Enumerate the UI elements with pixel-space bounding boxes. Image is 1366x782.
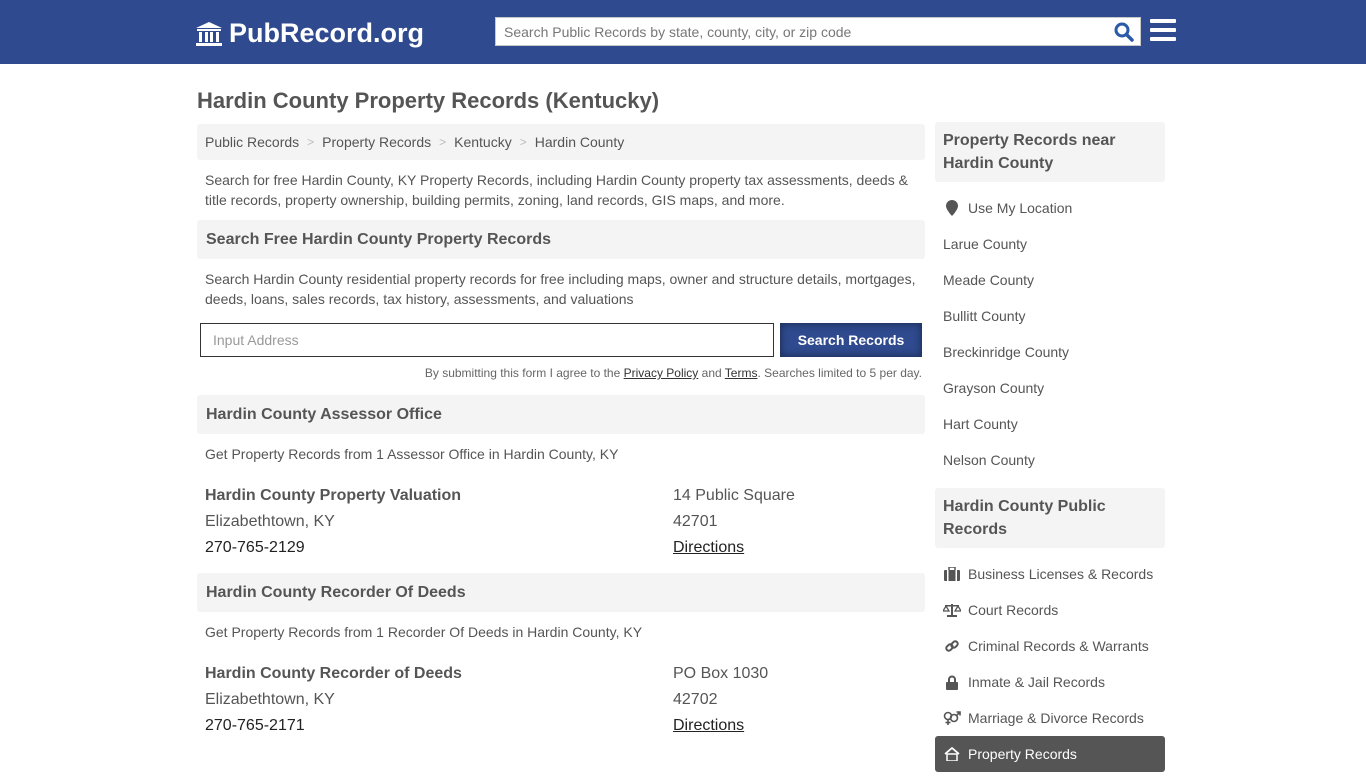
sidebar-item-property-records[interactable]: Property Records (935, 736, 1165, 772)
sidebar-item-marriage-records[interactable]: Marriage & Divorce Records (935, 700, 1165, 736)
map-marker-icon (943, 200, 961, 216)
nearby-county-link[interactable]: Bullitt County (935, 298, 1165, 334)
terms-prefix: By submitting this form I agree to the (424, 366, 624, 380)
courthouse-icon (196, 21, 222, 46)
site-logo[interactable]: PubRecord.org (195, 18, 424, 49)
global-search-input[interactable] (496, 18, 1096, 45)
search-section-heading: Search Free Hardin County Property Recor… (197, 220, 925, 259)
nearby-list: Use My Location Larue County Meade Count… (935, 182, 1165, 488)
nearby-county-link[interactable]: Hart County (935, 406, 1165, 442)
nearby-county-link[interactable]: Meade County (935, 262, 1165, 298)
terms-link[interactable]: Terms (725, 366, 758, 380)
nearby-county-link[interactable]: Nelson County (935, 442, 1165, 478)
search-section-description: Search Hardin County residential propert… (205, 271, 916, 307)
breadcrumb-separator: > (519, 135, 527, 149)
office-address: PO Box 1030 (673, 665, 769, 682)
breadcrumb-property-records[interactable]: Property Records (322, 134, 431, 150)
nearby-heading: Property Records near Hardin County (935, 122, 1165, 182)
use-my-location-link[interactable]: Use My Location (935, 190, 1165, 226)
office-phone[interactable]: 270-765-2171 (205, 713, 673, 739)
public-records-heading: Hardin County Public Records (935, 488, 1165, 548)
public-records-list: Business Licenses & Records Court Record… (935, 548, 1165, 782)
sidebar-item-label: Property Records (968, 746, 1077, 762)
global-search (495, 17, 1141, 46)
breadcrumb-kentucky[interactable]: Kentucky (454, 134, 512, 150)
logo-text: PubRecord.org (229, 18, 425, 48)
office-address: 14 Public Square (673, 487, 795, 504)
intro-text: Search for free Hardin County, KY Proper… (205, 172, 908, 208)
breadcrumb-public-records[interactable]: Public Records (205, 134, 299, 150)
directions-link[interactable]: Directions (673, 717, 744, 734)
office-zip: 42701 (673, 513, 718, 530)
link-icon (943, 638, 961, 654)
sidebar-item-label: Business Licenses & Records (968, 566, 1154, 582)
search-records-button[interactable]: Search Records (780, 323, 922, 357)
page-title: Hardin County Property Records (Kentucky… (197, 88, 660, 113)
sidebar-item-criminal-records[interactable]: Criminal Records & Warrants (935, 628, 1165, 664)
nearby-county-link[interactable]: Breckinridge County (935, 334, 1165, 370)
sidebar-item-business-licenses[interactable]: Business Licenses & Records (935, 556, 1165, 592)
assessor-office-summary: Get Property Records from 1 Assessor Off… (205, 446, 619, 462)
main-content: Public Records > Property Records > Kent… (197, 124, 925, 751)
address-search-form: Search Records (197, 323, 925, 357)
briefcase-icon (943, 566, 961, 582)
office-name: Hardin County Recorder of Deeds (205, 665, 462, 682)
breadcrumb-separator: > (439, 135, 447, 149)
top-navbar: PubRecord.org (0, 0, 1366, 64)
office-city: Elizabethtown, KY (205, 691, 335, 708)
sidebar-item-court-records[interactable]: Court Records (935, 592, 1165, 628)
search-icon[interactable] (1114, 22, 1134, 42)
hamburger-menu-icon[interactable] (1150, 19, 1176, 43)
privacy-policy-link[interactable]: Privacy Policy (624, 366, 699, 380)
office-zip: 42702 (673, 691, 718, 708)
breadcrumb: Public Records > Property Records > Kent… (197, 124, 925, 160)
recorder-of-deeds-heading: Hardin County Recorder Of Deeds (197, 573, 925, 612)
breadcrumb-hardin-county[interactable]: Hardin County (535, 134, 625, 150)
office-city: Elizabethtown, KY (205, 513, 335, 530)
nearby-county-link[interactable]: Grayson County (935, 370, 1165, 406)
address-input[interactable] (200, 323, 774, 357)
gender-icon (943, 710, 961, 726)
nearby-county-link[interactable]: Larue County (935, 226, 1165, 262)
terms-notice: By submitting this form I agree to the P… (197, 357, 925, 395)
home-icon (943, 746, 961, 762)
office-listing: Hardin County Property Valuation Elizabe… (197, 474, 925, 573)
sidebar-item-label: Inmate & Jail Records (968, 674, 1105, 690)
sidebar-item-inmate-records[interactable]: Inmate & Jail Records (935, 664, 1165, 700)
sidebar-item-label: Criminal Records & Warrants (968, 638, 1149, 654)
office-name: Hardin County Property Valuation (205, 487, 462, 504)
terms-suffix: . Searches limited to 5 per day. (757, 366, 922, 380)
recorder-of-deeds-summary: Get Property Records from 1 Recorder Of … (205, 624, 643, 640)
scale-icon (943, 602, 961, 618)
use-my-location-label: Use My Location (968, 200, 1073, 216)
assessor-office-heading: Hardin County Assessor Office (197, 395, 925, 434)
breadcrumb-separator: > (307, 135, 315, 149)
sidebar: Property Records near Hardin County Use … (935, 122, 1165, 782)
sidebar-item-label: Marriage & Divorce Records (968, 710, 1144, 726)
sidebar-item-label: Court Records (968, 602, 1059, 618)
directions-link[interactable]: Directions (673, 539, 744, 556)
office-listing: Hardin County Recorder of Deeds Elizabet… (197, 652, 925, 751)
terms-and: and (698, 366, 725, 380)
office-phone[interactable]: 270-765-2129 (205, 535, 673, 561)
lock-icon (943, 674, 961, 690)
